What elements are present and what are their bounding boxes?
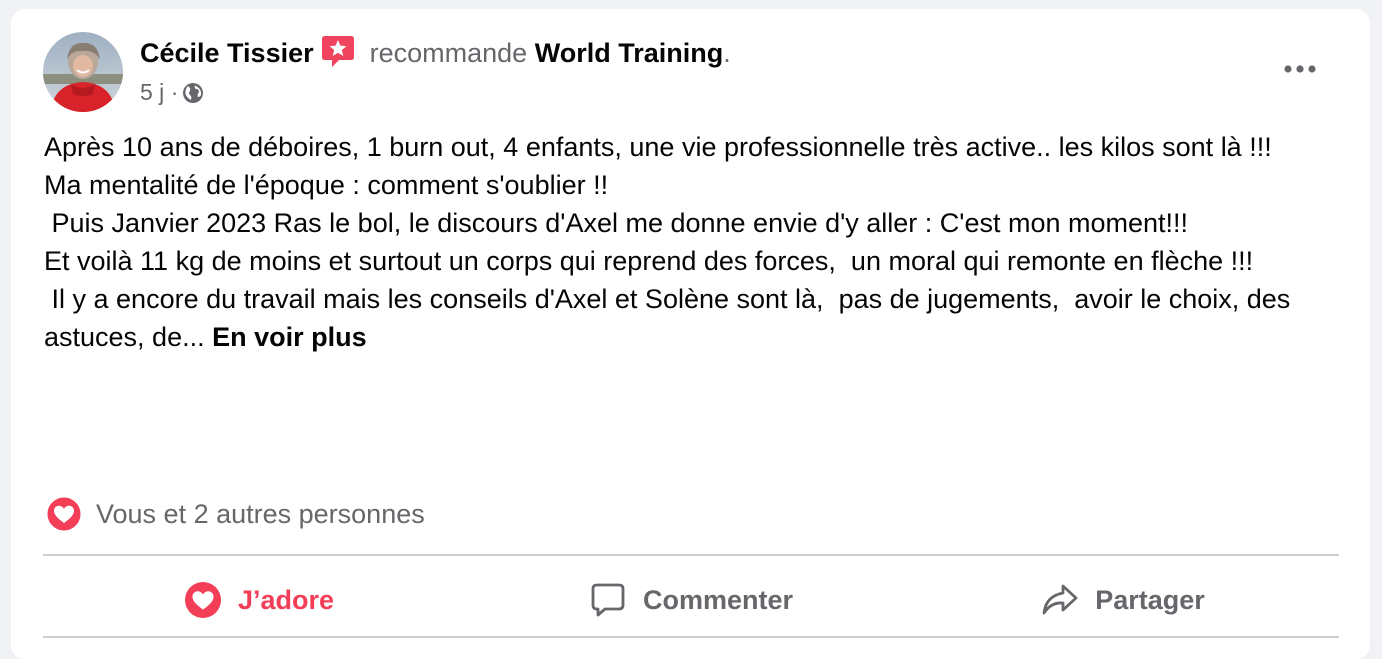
post-paragraph: Puis Janvier 2023 Ras le bol, le discour… <box>44 208 1189 238</box>
page-name-suffix: . <box>723 38 731 68</box>
author-avatar[interactable] <box>43 32 123 112</box>
post-header: Cécile Tissier recommande World Training. <box>140 34 731 77</box>
share-button-label: Partager <box>1095 584 1205 615</box>
post-paragraph: Et voilà 11 kg de moins et surtout un co… <box>44 246 1254 276</box>
meta-separator: · <box>170 79 179 105</box>
reactions-count-text: Vous et 2 autres personnes <box>96 498 425 529</box>
post-card: Cécile Tissier recommande World Training.… <box>11 9 1370 659</box>
share-button[interactable]: Partager <box>907 564 1339 636</box>
recommends-text: recommande <box>369 38 528 68</box>
heart-reaction-icon <box>46 496 82 532</box>
avatar-photo <box>43 32 123 112</box>
love-button-label: J’adore <box>237 584 335 615</box>
recommendation-star-badge-icon <box>320 34 356 77</box>
more-options-icon[interactable] <box>1273 51 1327 87</box>
author-name[interactable]: Cécile Tissier <box>140 38 314 68</box>
comment-bubble-icon <box>591 583 625 617</box>
reactions-summary[interactable]: Vous et 2 autres personnes <box>46 494 425 534</box>
page-name-link[interactable]: World Training <box>535 38 724 68</box>
divider-bottom <box>43 636 1339 638</box>
divider-top <box>43 554 1339 556</box>
post-timestamp[interactable]: 5 j <box>140 79 164 105</box>
post-paragraph-last: Il y a encore du travail mais les consei… <box>44 280 1334 356</box>
comment-button[interactable]: Commenter <box>475 564 907 636</box>
love-button[interactable]: J’adore <box>43 564 475 636</box>
action-bar: J’adore Commenter Partager <box>43 564 1339 636</box>
see-more-link[interactable]: En voir plus <box>212 322 367 352</box>
comment-button-label: Commenter <box>642 584 794 615</box>
globe-icon <box>182 81 204 111</box>
post-body: Après 10 ans de déboires, 1 burn out, 4 … <box>44 128 1334 356</box>
heart-outline-icon <box>184 582 221 618</box>
share-arrow-icon <box>1042 584 1078 615</box>
post-paragraph: Après 10 ans de déboires, 1 burn out, 4 … <box>44 132 1272 162</box>
post-paragraph: Ma mentalité de l'époque : comment s'oub… <box>44 170 609 200</box>
post-meta: 5 j · <box>140 77 204 111</box>
